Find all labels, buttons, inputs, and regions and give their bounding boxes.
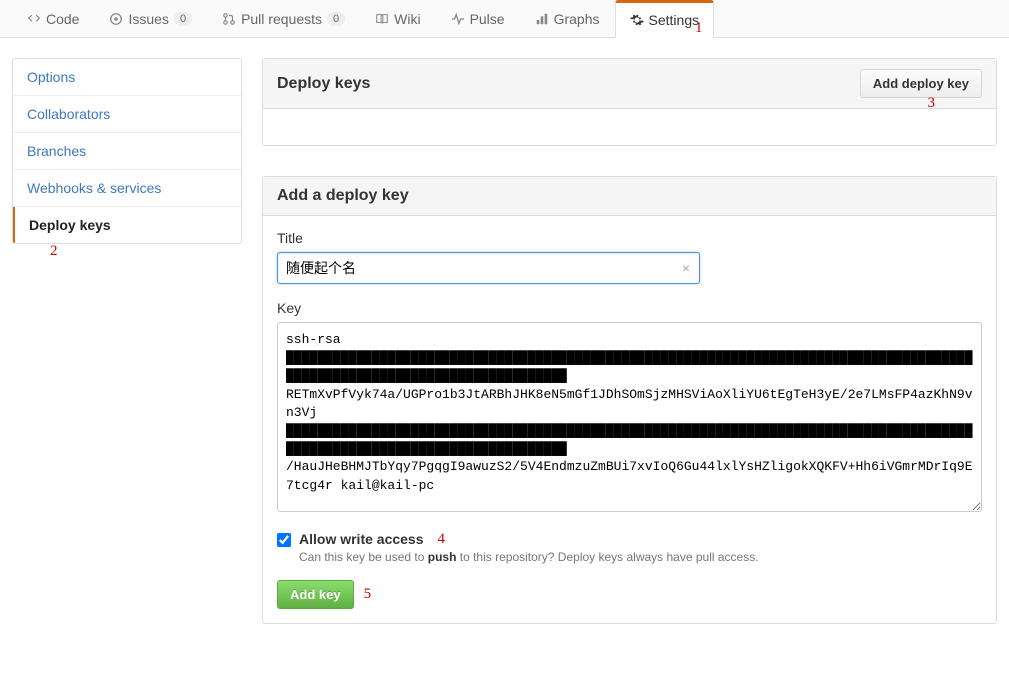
issue-icon: [109, 12, 123, 26]
tab-label: Wiki: [394, 11, 420, 27]
git-pull-request-icon: [222, 12, 236, 26]
allow-write-help: Can this key be used to push to this rep…: [299, 550, 982, 564]
key-label: Key: [277, 300, 982, 316]
add-deploy-key-panel: Add a deploy key Title × Key: [262, 176, 997, 624]
sidebar-item-webhooks[interactable]: Webhooks & services: [13, 170, 241, 207]
gear-icon: [630, 13, 644, 27]
allow-write-checkbox[interactable]: [277, 533, 291, 547]
add-key-button[interactable]: Add key: [277, 580, 354, 609]
tab-label: Graphs: [554, 11, 600, 27]
annotation-2: 2: [50, 243, 58, 260]
tab-label: Issues: [128, 11, 168, 27]
pr-count: 0: [327, 12, 345, 26]
tab-issues[interactable]: Issues 0: [94, 1, 207, 36]
settings-sidebar: Options Collaborators Branches Webhooks …: [12, 58, 242, 654]
tab-pull-requests[interactable]: Pull requests 0: [207, 1, 360, 36]
tab-label: Pulse: [470, 11, 505, 27]
sidebar-item-options[interactable]: Options: [13, 59, 241, 96]
tab-graphs[interactable]: Graphs: [520, 1, 615, 36]
title-label: Title: [277, 230, 982, 246]
title-input[interactable]: [277, 252, 700, 284]
annotation-4: 4: [438, 531, 446, 548]
repo-topnav: Code Issues 0 Pull requests 0 Wiki Pulse…: [0, 0, 1009, 38]
add-deploy-key-button[interactable]: Add deploy key: [860, 69, 982, 98]
tab-code[interactable]: Code: [12, 1, 94, 36]
sidebar-item-branches[interactable]: Branches: [13, 133, 241, 170]
clear-input-icon[interactable]: ×: [682, 260, 690, 276]
annotation-5: 5: [364, 586, 372, 603]
issues-count: 0: [174, 12, 192, 26]
deploy-keys-panel: Deploy keys Add deploy key: [262, 58, 997, 146]
panel-title: Deploy keys: [277, 75, 370, 93]
book-icon: [375, 12, 389, 26]
pulse-icon: [451, 12, 465, 26]
graph-icon: [535, 12, 549, 26]
allow-write-label: Allow write access: [299, 531, 424, 547]
deploy-keys-empty: [263, 109, 996, 145]
panel-title: Add a deploy key: [277, 187, 409, 205]
tab-label: Pull requests: [241, 11, 322, 27]
tab-label: Settings: [649, 12, 700, 28]
tab-wiki[interactable]: Wiki: [360, 1, 435, 36]
sidebar-item-deploy-keys[interactable]: Deploy keys: [13, 207, 241, 243]
tab-label: Code: [46, 11, 79, 27]
key-textarea[interactable]: [277, 322, 982, 512]
tab-settings[interactable]: Settings: [615, 0, 715, 38]
sidebar-item-collaborators[interactable]: Collaborators: [13, 96, 241, 133]
tab-pulse[interactable]: Pulse: [436, 1, 520, 36]
code-icon: [27, 12, 41, 26]
